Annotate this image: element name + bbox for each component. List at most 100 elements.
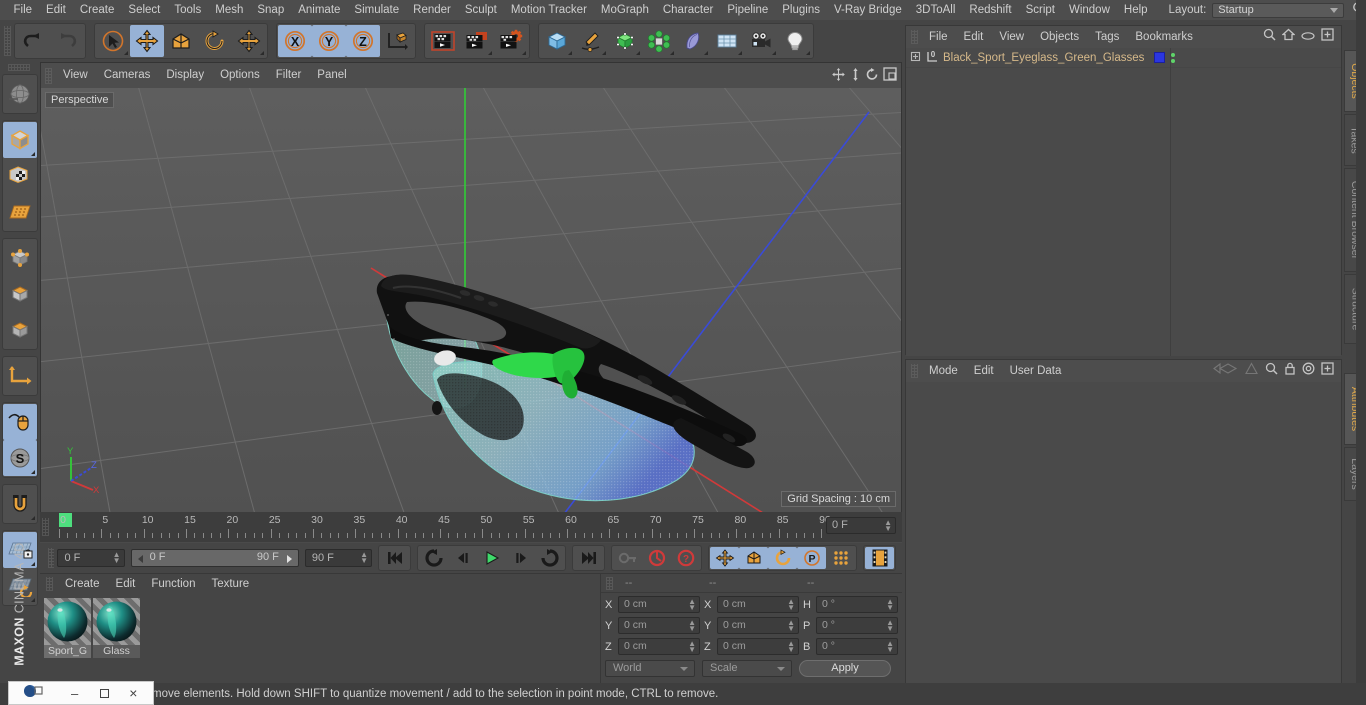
- object-menu-view[interactable]: View: [991, 26, 1032, 48]
- points-mode-button[interactable]: [3, 240, 37, 276]
- record-parameter-button[interactable]: P: [797, 547, 826, 569]
- redo-button[interactable]: [50, 25, 84, 57]
- close-button[interactable]: ×: [129, 685, 137, 701]
- material-grip[interactable]: [46, 577, 53, 591]
- object-manager-grip[interactable]: [911, 30, 918, 44]
- expand-icon[interactable]: [1321, 28, 1334, 46]
- viewport-grip[interactable]: [45, 67, 52, 84]
- menu-item-window[interactable]: Window: [1062, 0, 1117, 20]
- preview-range-slider[interactable]: 0 F 90 F: [130, 549, 299, 567]
- spinner-icon[interactable]: ▲ ▼: [886, 640, 894, 654]
- rotate-icon[interactable]: [865, 67, 880, 87]
- transform-mode-dropdown[interactable]: Scale: [702, 660, 792, 677]
- spinner-icon[interactable]: ▲ ▼: [688, 598, 696, 612]
- attribute-menu-mode[interactable]: Mode: [921, 360, 966, 382]
- rotate-tool[interactable]: [198, 25, 232, 57]
- object-menu-file[interactable]: File: [921, 26, 956, 48]
- coord-rot-b-field[interactable]: 0 ° ▲ ▼: [816, 638, 898, 655]
- menu-item-tools[interactable]: Tools: [167, 0, 208, 20]
- record-rotation-button[interactable]: [768, 547, 797, 569]
- viewport-menu-panel[interactable]: Panel: [309, 63, 354, 88]
- object-tree-row[interactable]: 0 Black_Sport_Eyeglass_Green_Glasses: [906, 48, 1341, 68]
- render-settings-button[interactable]: [494, 25, 528, 57]
- viewport-menu-filter[interactable]: Filter: [268, 63, 310, 88]
- undo-view-button[interactable]: [3, 76, 37, 112]
- spinner-icon[interactable]: ▲ ▼: [787, 619, 795, 633]
- layout-dropdown[interactable]: Startup: [1212, 2, 1344, 18]
- add-light-button[interactable]: [778, 25, 812, 57]
- undo-button[interactable]: [16, 25, 50, 57]
- menu-item-pipeline[interactable]: Pipeline: [720, 0, 775, 20]
- attribute-content[interactable]: [906, 382, 1341, 688]
- pin-attr-icon[interactable]: [1244, 362, 1259, 380]
- object-menu-edit[interactable]: Edit: [956, 26, 992, 48]
- eye-icon[interactable]: [1301, 28, 1315, 46]
- menu-item-script[interactable]: Script: [1019, 0, 1062, 20]
- viewport-menu-view[interactable]: View: [55, 63, 96, 88]
- autokeying-button[interactable]: [642, 547, 671, 569]
- end-frame-field[interactable]: 90 F ▲ ▼: [304, 549, 372, 567]
- object-menu-bookmarks[interactable]: Bookmarks: [1127, 26, 1201, 48]
- menu-item-vray-bridge[interactable]: V-Ray Bridge: [827, 0, 909, 20]
- menu-item-character[interactable]: Character: [656, 0, 721, 20]
- home-icon[interactable]: [1281, 28, 1296, 46]
- coord-pos-x-field[interactable]: 0 cm ▲ ▼: [618, 596, 700, 613]
- spinner-icon[interactable]: ▲ ▼: [688, 619, 696, 633]
- coord-rot-p-field[interactable]: 0 ° ▲ ▼: [816, 617, 898, 634]
- app-icon[interactable]: [23, 684, 45, 703]
- point-level-anim-button[interactable]: [826, 547, 855, 569]
- add-camera-button[interactable]: [744, 25, 778, 57]
- spinner-icon[interactable]: ▲ ▼: [886, 598, 894, 612]
- coord-pos-z-field[interactable]: 0 cm ▲ ▼: [618, 638, 700, 655]
- menu-item-snap[interactable]: Snap: [250, 0, 291, 20]
- render-view-button[interactable]: [426, 25, 460, 57]
- menu-item-simulate[interactable]: Simulate: [347, 0, 406, 20]
- expand-toggle-icon[interactable]: [910, 49, 921, 67]
- maximize-icon[interactable]: [883, 67, 897, 87]
- spinner-icon[interactable]: ▲ ▼: [884, 519, 892, 533]
- viewport-canvas[interactable]: Perspective Grid Spacing : 10 cm Y X Z: [41, 88, 901, 512]
- magnet-tool-button[interactable]: [3, 486, 37, 522]
- add-array-button[interactable]: [642, 25, 676, 57]
- target-icon[interactable]: [1302, 362, 1315, 380]
- menu-item-motion-tracker[interactable]: Motion Tracker: [504, 0, 594, 20]
- coord-pos-y-field[interactable]: 0 cm ▲ ▼: [618, 617, 700, 634]
- add-spline-button[interactable]: [574, 25, 608, 57]
- soft-selection-button[interactable]: S: [3, 440, 37, 476]
- coord-size-y-field[interactable]: 0 cm ▲ ▼: [717, 617, 799, 634]
- expand-icon[interactable]: [1321, 362, 1334, 380]
- object-menu-objects[interactable]: Objects: [1032, 26, 1087, 48]
- forward-loop-button[interactable]: [535, 547, 564, 569]
- material-item-glass[interactable]: Glass: [93, 598, 140, 658]
- add-nurbs-button[interactable]: [608, 25, 642, 57]
- spinner-icon[interactable]: ▲ ▼: [886, 619, 894, 633]
- object-tree[interactable]: 0 Black_Sport_Eyeglass_Green_Glasses: [906, 48, 1341, 356]
- viewport-menu-cameras[interactable]: Cameras: [96, 63, 159, 88]
- play-button[interactable]: [477, 547, 506, 569]
- apply-button[interactable]: Apply: [799, 660, 891, 677]
- axis-modify-button[interactable]: [3, 358, 37, 394]
- polygons-mode-button[interactable]: [3, 312, 37, 348]
- menu-item-create[interactable]: Create: [73, 0, 122, 20]
- menu-item-redshift[interactable]: Redshift: [962, 0, 1018, 20]
- object-menu-tags[interactable]: Tags: [1087, 26, 1127, 48]
- x-axis-lock[interactable]: X: [278, 25, 312, 57]
- rewind-button[interactable]: [419, 547, 448, 569]
- pan-icon[interactable]: [831, 67, 846, 87]
- move-dup-tool[interactable]: [232, 25, 266, 57]
- spinner-icon[interactable]: ▲ ▼: [787, 598, 795, 612]
- menu-item-3dtoall[interactable]: 3DToAll: [909, 0, 963, 20]
- menu-item-select[interactable]: Select: [121, 0, 167, 20]
- render-region-button[interactable]: [460, 25, 494, 57]
- timeline-toggle-button[interactable]: [865, 547, 894, 569]
- viewport-menu-display[interactable]: Display: [158, 63, 212, 88]
- leftbar-grip[interactable]: [7, 64, 30, 71]
- menu-item-sculpt[interactable]: Sculpt: [458, 0, 504, 20]
- timeline-frame-field[interactable]: 0 F ▲ ▼: [826, 517, 896, 534]
- material-menu-function[interactable]: Function: [143, 574, 203, 594]
- coord-size-x-field[interactable]: 0 cm ▲ ▼: [717, 596, 799, 613]
- render-visibility-dot[interactable]: [1171, 58, 1176, 63]
- menu-item-render[interactable]: Render: [406, 0, 458, 20]
- spinner-icon[interactable]: ▲ ▼: [688, 640, 696, 654]
- zoom-icon[interactable]: [849, 67, 862, 87]
